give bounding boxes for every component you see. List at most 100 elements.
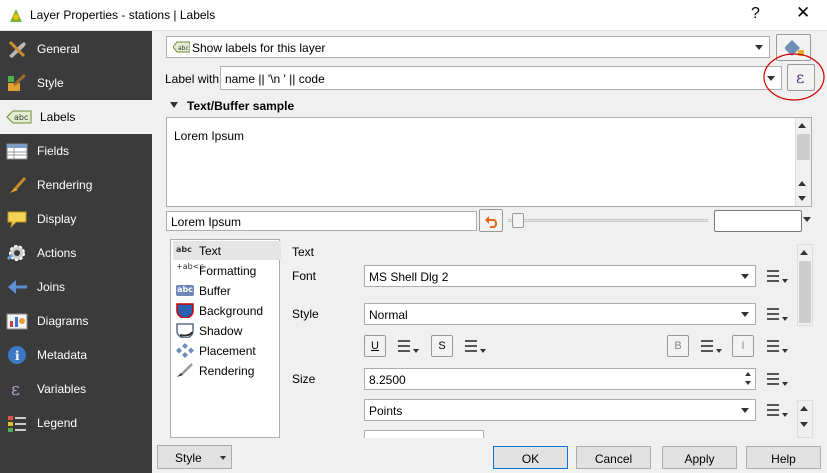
sidebar-item-diagrams[interactable]: Diagrams [0, 304, 152, 338]
data-defined-override-icon[interactable] [765, 336, 789, 358]
sidebar-item-label: Display [37, 212, 77, 226]
shadow-icon [176, 323, 194, 338]
italic-button[interactable]: I [732, 335, 754, 357]
data-defined-override-icon[interactable] [765, 266, 789, 288]
help-button[interactable]: Help [746, 446, 821, 469]
chevron-down-icon [755, 45, 763, 50]
sidebar-item-label: Style [37, 76, 64, 90]
scroll-down-icon[interactable] [800, 422, 808, 427]
tab-buffer[interactable]: abc Buffer [173, 281, 281, 300]
slider-handle[interactable] [512, 213, 524, 228]
text-format-tabs: abc Text +ab<c Formatting abc Buffer Bac… [170, 239, 281, 438]
sidebar-item-label: Actions [37, 246, 77, 260]
cancel-button[interactable]: Cancel [576, 446, 651, 469]
sidebar-item-label: Variables [37, 382, 87, 396]
sidebar-item-labels[interactable]: abc Labels [0, 100, 152, 134]
legend-icon [8, 416, 26, 432]
tab-placement[interactable]: Placement [173, 341, 281, 360]
scroll-thumb[interactable] [797, 134, 810, 160]
abc-label-icon: abc [6, 110, 32, 124]
color-button-partial[interactable] [364, 430, 484, 438]
style-menu-button[interactable]: Style [157, 445, 232, 469]
font-size-spinbox[interactable]: 8.2500 [364, 368, 756, 390]
data-defined-override-icon[interactable] [765, 369, 789, 391]
sample-preview: Lorem Ipsum [166, 117, 812, 207]
buffer-icon: abc [176, 285, 194, 296]
chevron-down-icon [741, 408, 749, 413]
sidebar-item-display[interactable]: Display [0, 202, 152, 236]
scroll-up-icon[interactable] [800, 250, 808, 255]
scroll-up-icon[interactable] [798, 123, 806, 128]
reset-sample-button[interactable] [479, 209, 503, 232]
tab-formatting[interactable]: +ab<c Formatting [173, 261, 281, 280]
font-size-unit-select[interactable]: Points [364, 399, 756, 421]
sidebar-item-actions[interactable]: Actions [0, 236, 152, 270]
help-title-button[interactable]: ? [751, 5, 760, 23]
sidebar-item-label: Diagrams [37, 314, 89, 328]
apply-button[interactable]: Apply [662, 446, 737, 469]
scroll-down-icon[interactable] [798, 196, 806, 201]
scroll-up-icon[interactable] [800, 406, 808, 411]
ok-button[interactable]: OK [493, 446, 568, 469]
tab-shadow[interactable]: Shadow [173, 321, 281, 340]
sidebar-item-general[interactable]: General [0, 32, 152, 66]
collapse-arrow-icon[interactable] [170, 102, 178, 108]
window-title: Layer Properties - stations | Labels [30, 8, 216, 22]
sidebar-item-legend[interactable]: Legend [0, 406, 152, 440]
sidebar-item-rendering[interactable]: Rendering [0, 168, 152, 202]
sample-text-input[interactable]: Lorem Ipsum [166, 211, 477, 231]
label-with-expression-input[interactable]: name || '\n ' || code [220, 66, 782, 90]
sample-zoom-slider[interactable] [508, 219, 708, 222]
sidebar-item-metadata[interactable]: i Metadata [0, 338, 152, 372]
spin-up-icon[interactable] [745, 372, 751, 376]
placement-icon [176, 343, 194, 358]
svg-text:abc: abc [178, 45, 189, 52]
bold-button[interactable]: B [667, 335, 689, 357]
tab-background[interactable]: Background [173, 301, 281, 320]
svg-text:abc: abc [14, 113, 28, 122]
sidebar: General Style abc Labels Fields Renderin… [0, 31, 152, 473]
tab-label: Buffer [199, 284, 231, 298]
data-defined-override-icon[interactable] [765, 400, 789, 422]
font-family-value: MS Shell Dlg 2 [369, 270, 449, 284]
sidebar-item-joins[interactable]: Joins [0, 270, 152, 304]
title-bar: Layer Properties - stations | Labels ? ✕ [0, 0, 827, 31]
sidebar-item-fields[interactable]: Fields [0, 134, 152, 168]
sidebar-item-label: Legend [37, 416, 78, 430]
chevron-down-icon[interactable] [803, 217, 811, 222]
size-label: Size [292, 372, 316, 386]
tab-text[interactable]: abc Text [173, 241, 281, 260]
font-style-select[interactable]: Normal [364, 303, 756, 325]
spin-down-icon[interactable] [745, 381, 751, 385]
scroll-thumb[interactable] [799, 261, 811, 323]
epsilon-icon: ε [11, 380, 20, 399]
tab-label: Placement [199, 344, 256, 358]
data-defined-override-icon[interactable] [396, 336, 420, 358]
sample-vertical-scrollbar[interactable] [795, 118, 811, 206]
data-defined-override-icon[interactable] [765, 304, 789, 326]
sidebar-item-style[interactable]: Style [0, 66, 152, 100]
abc-text-icon: abc [176, 245, 192, 254]
label-mode-select[interactable]: abc Show labels for this layer [166, 36, 770, 58]
panel-vertical-scrollbar-lower[interactable] [797, 400, 813, 438]
join-icon [8, 280, 27, 294]
underline-button[interactable]: U [364, 335, 386, 357]
data-defined-override-icon[interactable] [463, 336, 487, 358]
panel-vertical-scrollbar[interactable] [797, 244, 813, 326]
font-label: Font [292, 269, 317, 283]
formatting-icon: +ab<c [176, 262, 204, 271]
tab-rendering[interactable]: Rendering [173, 361, 281, 380]
close-window-button[interactable]: ✕ [796, 3, 810, 23]
paintbrush-icon [10, 176, 27, 193]
data-defined-override-icon[interactable] [699, 336, 723, 358]
sidebar-item-label: Joins [37, 280, 66, 294]
font-family-select[interactable]: MS Shell Dlg 2 [364, 265, 756, 287]
background-color-button[interactable] [714, 210, 802, 232]
scroll-up-icon[interactable] [798, 181, 806, 186]
text-section-title: Text [292, 245, 315, 259]
font-size-value: 8.2500 [369, 373, 406, 387]
tab-label: Text [199, 244, 222, 258]
sidebar-item-variables[interactable]: ε Variables [0, 372, 152, 406]
style-button-label: Style [175, 451, 202, 465]
strikethrough-button[interactable]: S [431, 335, 453, 357]
